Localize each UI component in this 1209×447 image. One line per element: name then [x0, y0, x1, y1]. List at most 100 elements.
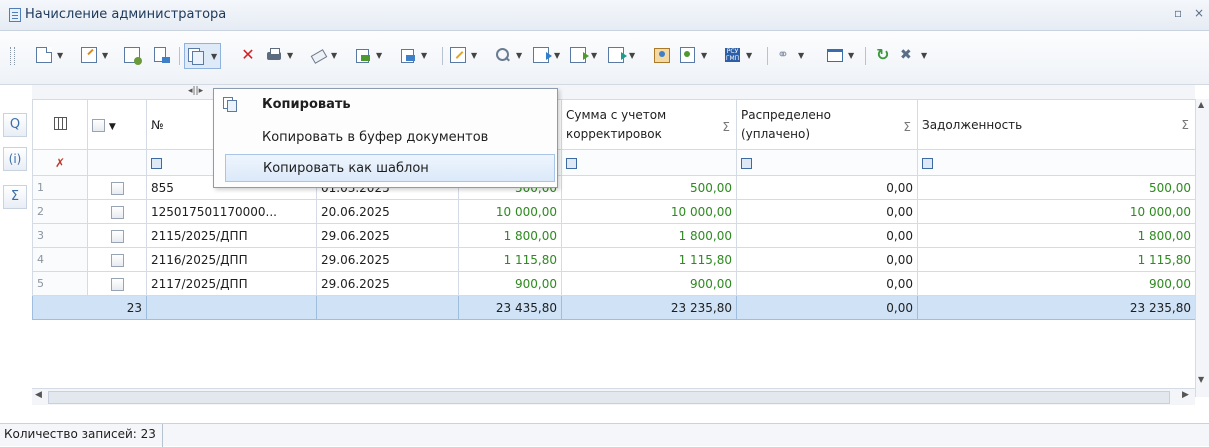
cell-debt[interactable]: 500,00: [917, 175, 1196, 200]
dropdown-arrow-icon[interactable]: ▼: [421, 51, 427, 60]
menu-item-copy-to-buffer[interactable]: Копировать в буфер документов: [214, 124, 557, 152]
filter-cell-debt[interactable]: [917, 149, 1196, 176]
scroll-down-icon[interactable]: ▼: [1198, 375, 1204, 384]
copy-button[interactable]: ▼: [184, 43, 222, 69]
sigma-icon[interactable]: Σ: [722, 118, 730, 137]
row-checkbox[interactable]: [110, 229, 124, 243]
dropdown-arrow-icon[interactable]: ▼: [211, 52, 217, 61]
scroll-thumb[interactable]: [48, 391, 1170, 404]
cell-paid[interactable]: 0,00: [736, 223, 918, 248]
column-header-corrected[interactable]: Сумма с учетом корректировок Σ: [561, 99, 737, 150]
dropdown-arrow-icon[interactable]: ▼: [516, 51, 522, 60]
dropdown-arrow-icon[interactable]: ▼: [376, 51, 382, 60]
menu-item-copy-as-template[interactable]: Копировать как шаблон: [225, 154, 555, 182]
cell-corrected[interactable]: 1 115,80: [561, 247, 737, 272]
scroll-left-icon[interactable]: ◀: [35, 390, 42, 400]
delete-button[interactable]: ✕: [240, 44, 256, 66]
cell-corrected[interactable]: 1 800,00: [561, 223, 737, 248]
dropdown-arrow-icon[interactable]: ▼: [554, 51, 560, 60]
dropdown-arrow-icon[interactable]: ▼: [591, 51, 597, 60]
status-button[interactable]: ▼: [608, 44, 635, 66]
dropdown-arrow-icon[interactable]: ▼: [746, 51, 752, 60]
link-button[interactable]: ⚭ ▼: [777, 44, 804, 66]
dropdown-arrow-icon[interactable]: ▼: [102, 51, 108, 60]
filter-icon[interactable]: [151, 157, 162, 169]
cell-amount[interactable]: 1 115,80: [458, 247, 562, 272]
view-button[interactable]: ▼: [827, 44, 854, 66]
info-panel-button[interactable]: (i): [3, 147, 27, 171]
gmp-button[interactable]: РСУ ГМП ▼: [725, 44, 752, 66]
filter-icon[interactable]: [566, 157, 577, 169]
cell-date[interactable]: 29.06.2025: [316, 247, 459, 272]
select-all-header[interactable]: ▼: [87, 99, 147, 150]
cell-number[interactable]: 2116/2025/ДПП: [146, 247, 317, 272]
cell-paid[interactable]: 0,00: [736, 247, 918, 272]
edit-button[interactable]: ▼: [81, 44, 108, 66]
horizontal-scrollbar[interactable]: ◀ ▶: [32, 388, 1195, 405]
cell-debt[interactable]: 1 800,00: [917, 223, 1196, 248]
report-button[interactable]: [654, 44, 670, 66]
refresh-button[interactable]: ↻: [876, 44, 892, 66]
column-settings-header[interactable]: [32, 99, 88, 150]
cell-date[interactable]: 20.06.2025: [316, 199, 459, 224]
cell-debt[interactable]: 10 000,00: [917, 199, 1196, 224]
cell-amount[interactable]: 10 000,00: [458, 199, 562, 224]
row-checkbox-cell[interactable]: [87, 223, 147, 248]
menu-item-copy[interactable]: Копировать: [214, 91, 557, 119]
table-row[interactable]: 1 855 01.03.2025 500,00 500,00 0,00 500,…: [32, 175, 1196, 200]
export-button[interactable]: ▼: [355, 44, 382, 66]
cell-corrected[interactable]: 500,00: [561, 175, 737, 200]
dropdown-arrow-icon[interactable]: ▼: [848, 51, 854, 60]
column-header-debt[interactable]: Задолженность Σ: [917, 99, 1196, 150]
document-action-button[interactable]: [124, 44, 142, 66]
cell-debt[interactable]: 900,00: [917, 271, 1196, 296]
chevron-down-icon[interactable]: ▼: [109, 122, 116, 132]
row-checkbox[interactable]: [110, 253, 124, 267]
settings-button[interactable]: ✖ ▼: [900, 44, 927, 66]
row-checkbox-cell[interactable]: [87, 247, 147, 272]
dropdown-arrow-icon[interactable]: ▼: [471, 51, 477, 60]
dropdown-arrow-icon[interactable]: ▼: [57, 51, 63, 60]
cell-corrected[interactable]: 10 000,00: [561, 199, 737, 224]
process-button[interactable]: ▼: [570, 44, 597, 66]
restore-icon[interactable]: ▫: [1174, 6, 1182, 20]
filter-cell-corrected[interactable]: [561, 149, 737, 176]
dropdown-arrow-icon[interactable]: ▼: [287, 51, 293, 60]
row-checkbox-cell[interactable]: [87, 271, 147, 296]
new-button[interactable]: ▼: [36, 44, 63, 66]
cell-date[interactable]: 29.06.2025: [316, 271, 459, 296]
sigma-icon[interactable]: Σ: [903, 118, 911, 137]
scroll-right-icon[interactable]: ▶: [1182, 390, 1189, 400]
cell-number[interactable]: 2117/2025/ДПП: [146, 271, 317, 296]
check-button[interactable]: ▼: [680, 44, 707, 66]
select-all-checkbox[interactable]: [92, 118, 105, 132]
table-row[interactable]: 5 2117/2025/ДПП 29.06.2025 900,00 900,00…: [32, 271, 1196, 296]
column-drag-marker-icon[interactable]: ◂||▸: [188, 86, 203, 96]
cell-paid[interactable]: 0,00: [736, 271, 918, 296]
close-icon[interactable]: ×: [1194, 6, 1204, 20]
import-button[interactable]: ▼: [400, 44, 427, 66]
table-row[interactable]: 3 2115/2025/ДПП 29.06.2025 1 800,00 1 80…: [32, 223, 1196, 248]
scroll-up-icon[interactable]: ▲: [1198, 100, 1204, 109]
row-checkbox[interactable]: [110, 277, 124, 291]
document-edit-button[interactable]: ▼: [450, 44, 477, 66]
cell-number[interactable]: 125017501170000...: [146, 199, 317, 224]
cell-corrected[interactable]: 900,00: [561, 271, 737, 296]
search-panel-button[interactable]: Q: [3, 113, 27, 137]
cell-number[interactable]: 2115/2025/ДПП: [146, 223, 317, 248]
column-header-paid[interactable]: Распределено (уплачено) Σ: [736, 99, 918, 150]
filter-icon[interactable]: [741, 157, 752, 169]
document-link-button[interactable]: [154, 44, 170, 66]
cell-paid[interactable]: 0,00: [736, 175, 918, 200]
toolbar-grip[interactable]: [10, 47, 15, 65]
row-checkbox[interactable]: [110, 181, 124, 195]
row-checkbox-cell[interactable]: [87, 199, 147, 224]
sigma-icon[interactable]: Σ: [1181, 118, 1189, 132]
cell-amount[interactable]: 1 800,00: [458, 223, 562, 248]
dropdown-arrow-icon[interactable]: ▼: [798, 51, 804, 60]
table-row[interactable]: 2 125017501170000... 20.06.2025 10 000,0…: [32, 199, 1196, 224]
find-button[interactable]: ▼: [495, 44, 522, 66]
cell-date[interactable]: 29.06.2025: [316, 223, 459, 248]
table-row[interactable]: 4 2116/2025/ДПП 29.06.2025 1 115,80 1 11…: [32, 247, 1196, 272]
send-button[interactable]: ▼: [533, 44, 560, 66]
